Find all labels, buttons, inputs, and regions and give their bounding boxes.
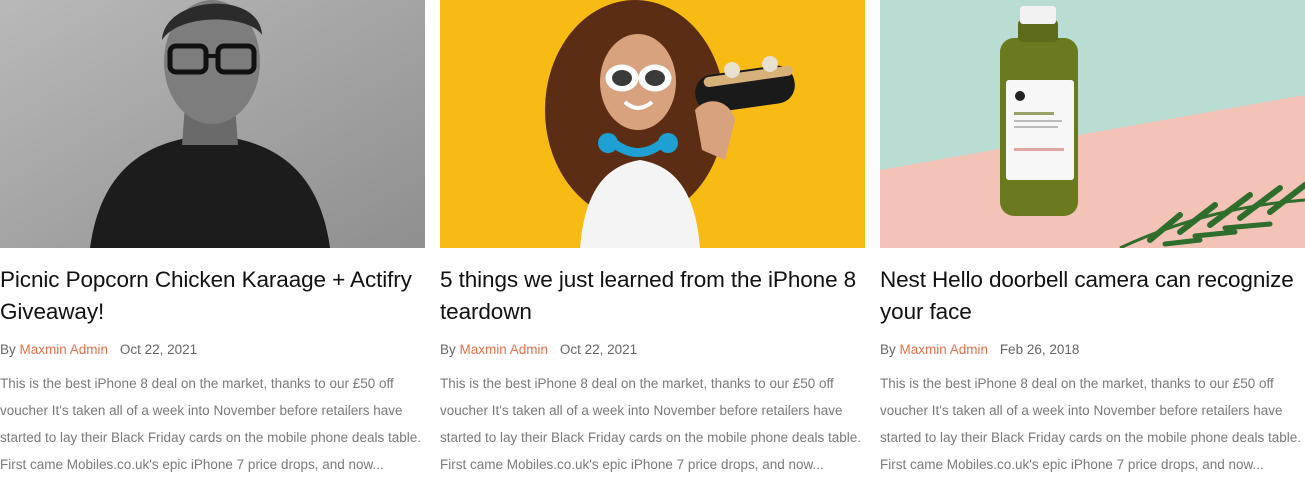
post-thumbnail-link[interactable] bbox=[880, 0, 1305, 248]
post-card: Picnic Popcorn Chicken Karaage + Actifry… bbox=[0, 0, 425, 478]
post-card: Nest Hello doorbell camera can recognize… bbox=[880, 0, 1305, 478]
post-thumbnail-link[interactable] bbox=[440, 0, 865, 248]
post-title-link[interactable]: Picnic Popcorn Chicken Karaage + Actifry… bbox=[0, 264, 425, 328]
post-thumbnail-image bbox=[0, 0, 425, 248]
blog-post-grid: Picnic Popcorn Chicken Karaage + Actifry… bbox=[0, 0, 1305, 490]
post-excerpt: This is the best iPhone 8 deal on the ma… bbox=[440, 376, 861, 472]
post-card: 5 things we just learned from the iPhone… bbox=[440, 0, 865, 478]
post-by-label: By bbox=[440, 342, 460, 357]
post-meta: By Maxmin Admin Oct 22, 2021 bbox=[0, 340, 425, 360]
post-date: Feb 26, 2018 bbox=[999, 342, 1080, 357]
post-by-label: By bbox=[880, 342, 900, 357]
post-date: Oct 22, 2021 bbox=[119, 342, 198, 357]
post-title-link[interactable]: Nest Hello doorbell camera can recognize… bbox=[880, 264, 1305, 328]
post-excerpt: This is the best iPhone 8 deal on the ma… bbox=[0, 376, 421, 472]
post-date: Oct 22, 2021 bbox=[559, 342, 638, 357]
post-thumbnail-image bbox=[880, 0, 1305, 248]
post-excerpt: This is the best iPhone 8 deal on the ma… bbox=[880, 376, 1301, 472]
post-thumbnail-image bbox=[440, 0, 865, 248]
post-author-link[interactable]: Maxmin Admin bbox=[460, 342, 549, 357]
post-thumbnail-link[interactable] bbox=[0, 0, 425, 248]
post-by-label: By bbox=[0, 342, 20, 357]
post-meta: By Maxmin Admin Feb 26, 2018 bbox=[880, 340, 1305, 360]
post-meta: By Maxmin Admin Oct 22, 2021 bbox=[440, 340, 865, 360]
post-author-link[interactable]: Maxmin Admin bbox=[900, 342, 989, 357]
post-author-link[interactable]: Maxmin Admin bbox=[20, 342, 109, 357]
post-title-link[interactable]: 5 things we just learned from the iPhone… bbox=[440, 264, 865, 328]
